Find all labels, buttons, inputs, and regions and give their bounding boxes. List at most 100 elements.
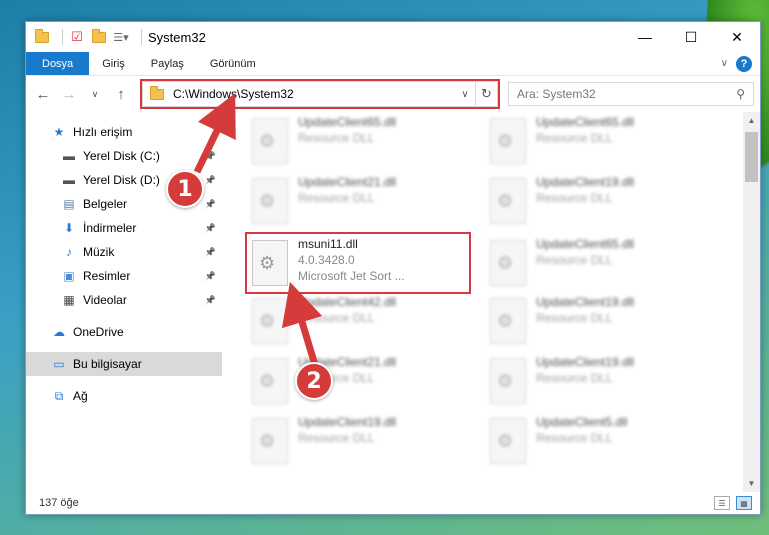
- expand-ribbon-icon[interactable]: ∨: [721, 58, 728, 69]
- nav-gap: [26, 344, 222, 352]
- file-name: UpdateClient19.dll: [536, 175, 635, 189]
- maximize-button[interactable]: ☐: [668, 22, 714, 52]
- pin-icon[interactable]: 📌: [205, 271, 216, 282]
- file-description: 4.0.3428.0: [298, 253, 355, 267]
- file-tile[interactable]: UpdateClient21.dllResource DLL: [248, 354, 478, 410]
- tab-view[interactable]: Görünüm: [197, 52, 269, 75]
- file-name: UpdateClient65.dll: [536, 237, 635, 251]
- drive-icon: ▬: [63, 173, 75, 187]
- sidebar-item-resimler[interactable]: ▣ Resimler 📌: [26, 264, 222, 288]
- customize-toolbar-icon[interactable]: ☰▾: [113, 29, 129, 45]
- file-tile[interactable]: UpdateClient65.dll Resource DLL: [248, 114, 478, 170]
- file-list: ▲ ▼ UpdateClient65.dllResource DLLUpdate…: [222, 112, 760, 492]
- navigation-pane: ★ Hızlı erişim ▬ Yerel Disk (C:) 📌 ▬ Yerel Dis…: [26, 112, 222, 492]
- sidebar-item-label: Müzik: [83, 245, 115, 259]
- file-tile[interactable]: UpdateClient65.dll Resource DLL: [486, 114, 716, 170]
- sidebar-item-label: Yerel Disk (D:): [83, 173, 160, 187]
- file-tile[interactable]: UpdateClient19.dll Resource DLL: [486, 294, 716, 350]
- new-folder-icon[interactable]: [91, 28, 107, 45]
- step-marker-1: 1: [166, 170, 204, 208]
- file-tile[interactable]: UpdateClient5.dll Resource DLL: [486, 414, 716, 470]
- file-tile-text: UpdateClient21.dll Resource DLL: [298, 174, 396, 206]
- document-icon: ▤: [63, 197, 75, 211]
- file-tile[interactable]: UpdateClient19.dll Resource DLL: [486, 354, 716, 410]
- details-view-icon[interactable]: ☰: [714, 496, 730, 510]
- pin-icon[interactable]: 📌: [205, 223, 216, 234]
- close-button[interactable]: ✕: [714, 22, 760, 52]
- dll-file-icon: [490, 240, 526, 286]
- dll-file-icon: [252, 178, 288, 224]
- dll-file-icon: [490, 178, 526, 224]
- item-count: 137 öğe: [39, 497, 79, 509]
- tab-file[interactable]: Dosya: [26, 52, 90, 75]
- title-bar: ☑ ☰▾ System32 — ☐ ✕: [26, 22, 760, 52]
- video-icon: ▦: [63, 293, 75, 307]
- divider: [62, 29, 63, 45]
- sidebar-item-label: Bu bilgisayar: [73, 357, 142, 371]
- sidebar-item-h-zl-eri-im[interactable]: ★ Hızlı erişim: [26, 120, 222, 144]
- network-icon: ⧉: [54, 388, 64, 403]
- search-input[interactable]: Ara: System32 ⚲: [508, 82, 754, 106]
- cloud-icon: ☁: [53, 325, 65, 339]
- tiles-view-icon[interactable]: ▦: [736, 496, 752, 510]
- step-marker-2: 2: [295, 362, 333, 400]
- chevron-down-icon[interactable]: ∨: [455, 89, 475, 100]
- tab-share[interactable]: Paylaş: [138, 52, 197, 75]
- pin-icon[interactable]: 📌: [205, 151, 216, 162]
- back-arrow-icon[interactable]: ←: [32, 83, 54, 105]
- file-description: Resource DLL: [536, 431, 613, 445]
- dll-file-icon: [490, 418, 526, 464]
- sidebar-item-i-ndirmeler[interactable]: ⬇ İndirmeler 📌: [26, 216, 222, 240]
- file-name: UpdateClient19.dll: [536, 295, 635, 309]
- sidebar-item-label: OneDrive: [73, 325, 124, 339]
- tab-home[interactable]: Giriş: [89, 52, 138, 75]
- pin-icon[interactable]: 📌: [205, 295, 216, 306]
- vertical-scrollbar[interactable]: ▲ ▼: [743, 112, 760, 492]
- recent-locations-icon[interactable]: ∨: [84, 83, 106, 105]
- dll-file-icon: [252, 118, 288, 164]
- dll-file-icon: [252, 240, 288, 286]
- file-company: Microsoft Jet Sort ...: [298, 269, 405, 283]
- ribbon-tabs: Dosya Giriş Paylaş Görünüm ∨ ?: [26, 52, 760, 76]
- scroll-thumb[interactable]: [745, 132, 758, 182]
- picture-icon: ▣: [63, 269, 75, 283]
- address-row: ← → ∨ ↑ C:\Windows\System32 ∨ ↻ Ara: Sys…: [26, 76, 760, 112]
- search-icon[interactable]: ⚲: [736, 87, 745, 101]
- sidebar-item-yerel-disk-c-[interactable]: ▬ Yerel Disk (C:) 📌: [26, 144, 222, 168]
- minimize-button[interactable]: —: [622, 22, 668, 52]
- file-tile[interactable]: UpdateClient21.dllResource DLL: [248, 174, 478, 230]
- refresh-icon[interactable]: ↻: [475, 82, 497, 106]
- help-icon[interactable]: ?: [736, 55, 752, 72]
- sidebar-item-label: Belgeler: [83, 197, 128, 211]
- address-path[interactable]: C:\Windows\System32: [173, 87, 294, 101]
- file-tile[interactable]: UpdateClient19.dll Resource DLL: [248, 414, 478, 470]
- file-tile-text: UpdateClient5.dll Resource DLL: [536, 414, 627, 446]
- sidebar-item-label: Ağ: [73, 389, 88, 403]
- properties-icon[interactable]: ☑: [69, 29, 85, 45]
- sidebar-item-videolar[interactable]: ▦ Videolar 📌: [26, 288, 222, 312]
- up-arrow-icon[interactable]: ↑: [110, 83, 132, 105]
- sidebar-item-onedrive[interactable]: ☁ OneDrive: [26, 320, 222, 344]
- forward-arrow-icon[interactable]: →: [58, 83, 80, 105]
- file-tile-msuni11[interactable]: msuni11.dll 4.0.3428.0 Microsoft Jet Sort …: [245, 232, 472, 294]
- sidebar-item-a-[interactable]: ⧉ Ağ: [26, 384, 222, 408]
- sidebar-item-m-zik[interactable]: ♪ Müzik 📌: [26, 240, 222, 264]
- file-tile[interactable]: UpdateClient42.dll Resource DLL: [248, 294, 478, 350]
- main-area: ★ Hızlı erişim ▬ Yerel Disk (C:) 📌 ▬ Yerel Dis…: [26, 112, 760, 492]
- explorer-window: ☑ ☰▾ System32 — ☐ ✕ Dosya Giriş Paylaş G…: [25, 21, 761, 515]
- address-bar[interactable]: C:\Windows\System32 ∨ ↻: [140, 79, 500, 109]
- pin-icon[interactable]: 📌: [205, 175, 216, 186]
- pin-icon[interactable]: 📌: [205, 247, 216, 258]
- file-name: UpdateClient65.dll: [536, 115, 635, 129]
- dll-file-icon: [252, 298, 288, 344]
- drive-icon: ▬: [63, 149, 75, 163]
- file-tile[interactable]: UpdateClient65.dll Resource DLL: [486, 236, 716, 292]
- folder-icon: [34, 28, 50, 45]
- file-tile[interactable]: UpdateClient19.dll Resource DLL: [486, 174, 716, 230]
- scroll-down-icon[interactable]: ▼: [743, 475, 760, 492]
- file-name: UpdateClient19.dll: [536, 355, 635, 369]
- sidebar-item-bu-bilgisayar[interactable]: ▭ Bu bilgisayar: [26, 352, 222, 376]
- file-name: UpdateClient21.dll: [298, 175, 397, 189]
- scroll-up-icon[interactable]: ▲: [743, 112, 760, 129]
- pin-icon[interactable]: 📌: [205, 199, 216, 210]
